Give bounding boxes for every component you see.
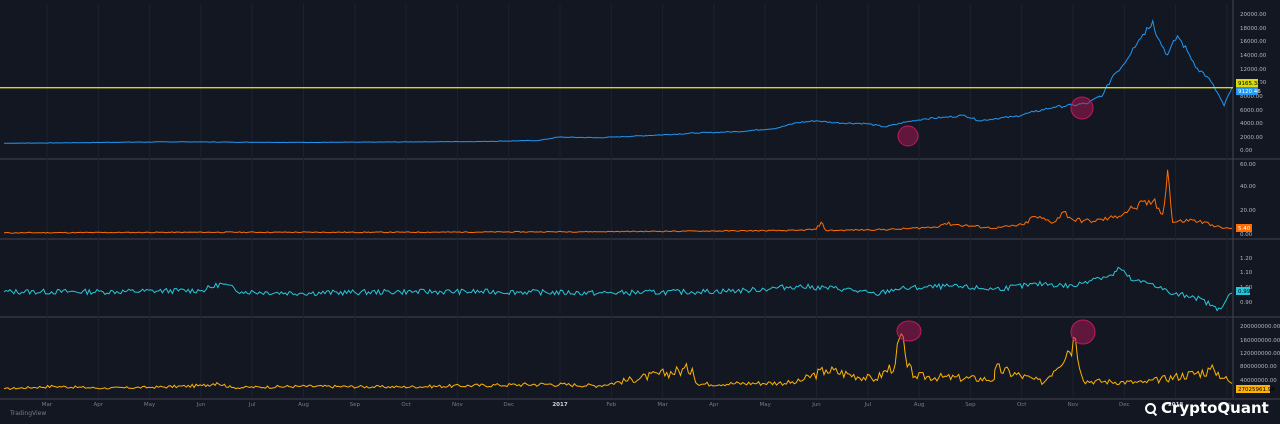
highlight-circle: [1070, 319, 1096, 345]
y-tick-label: 200000000.00: [1240, 324, 1280, 330]
x-tick-label: Nov: [1068, 402, 1079, 408]
y-tick-label: 16000.00: [1240, 39, 1267, 45]
x-tick-label: Oct: [1017, 402, 1027, 408]
y-tick-label: 1.10: [1240, 270, 1253, 276]
y-tick-label: 40.00: [1240, 184, 1256, 190]
price-last-badge: 9120.46: [1238, 89, 1261, 95]
chart-canvas[interactable]: 20000.00 18000.00 16000.00 14000.00 12000.00…: [0, 0, 1280, 424]
y-tick-label: 6000.00: [1240, 108, 1263, 114]
x-tick-label: May: [144, 402, 156, 408]
y-tick-label: 2000.00: [1240, 135, 1263, 141]
y-tick-label: 4000.00: [1240, 121, 1263, 127]
price-level-badge: 9165.38: [1238, 81, 1261, 87]
x-tick-label: Apr: [94, 402, 104, 408]
tradingview-watermark: TradingView: [10, 410, 47, 417]
y-tick-label: 12000.00: [1240, 67, 1267, 73]
highlight-circle: [897, 125, 919, 147]
y-tick-label: 0.00: [1240, 148, 1253, 154]
y-tick-label: 18000.00: [1240, 26, 1267, 32]
pane3-last-badge: 0.99: [1238, 289, 1251, 295]
x-tick-label: Oct: [401, 402, 411, 408]
x-tick-label: Nov: [452, 402, 463, 408]
cryptoquant-logo: CryptoQuant: [1145, 399, 1269, 417]
x-tick-label: Jul: [863, 402, 871, 408]
y-tick-label: 60.00: [1240, 162, 1256, 168]
y-tick-label: 160000000.00: [1240, 338, 1280, 344]
cryptoquant-logo-text: CryptoQuant: [1161, 399, 1269, 417]
pane4-series-line: [3, 332, 1233, 390]
price-series-line: [4, 18, 1233, 144]
highlight-circle: [1070, 96, 1094, 120]
x-tick-label: Dec: [1119, 402, 1130, 408]
x-tick-label: Jun: [811, 402, 821, 408]
pane3-series-line: [3, 266, 1233, 312]
x-tick-label: Sep: [350, 402, 361, 408]
pane4-last-badge: 27025961.98: [1238, 387, 1275, 393]
x-tick-label: Mar: [657, 402, 668, 408]
x-tick-label: Sep: [965, 402, 976, 408]
y-tick-label: 40000000.00: [1240, 378, 1277, 384]
y-tick-label: 1.20: [1240, 256, 1253, 262]
y-tick-label: 0.00: [1240, 232, 1253, 238]
x-tick-label: Apr: [709, 402, 719, 408]
y-tick-label: 0.90: [1240, 300, 1253, 306]
x-tick-label: 2017: [552, 402, 567, 408]
x-tick-label: May: [760, 402, 772, 408]
y-tick-label: 20000.00: [1240, 12, 1267, 18]
x-tick-label: Aug: [298, 402, 309, 408]
y-tick-label: 20.00: [1240, 208, 1256, 214]
pane2-last-badge: 5.40: [1238, 226, 1251, 232]
pane2-series-line: [3, 169, 1233, 234]
x-tick-label: Feb: [606, 402, 616, 408]
y-tick-label: 120000000.00: [1240, 351, 1280, 357]
x-tick-label: Aug: [914, 402, 925, 408]
highlight-circle: [896, 320, 922, 342]
x-tick-label: Jul: [248, 402, 256, 408]
y-tick-label: 14000.00: [1240, 53, 1267, 59]
x-tick-label: Jun: [196, 402, 206, 408]
x-tick-label: Mar: [42, 402, 53, 408]
y-tick-label: 80000000.00: [1240, 364, 1277, 370]
cryptoquant-logo-icon: [1145, 402, 1156, 414]
x-tick-label: Dec: [503, 402, 514, 408]
